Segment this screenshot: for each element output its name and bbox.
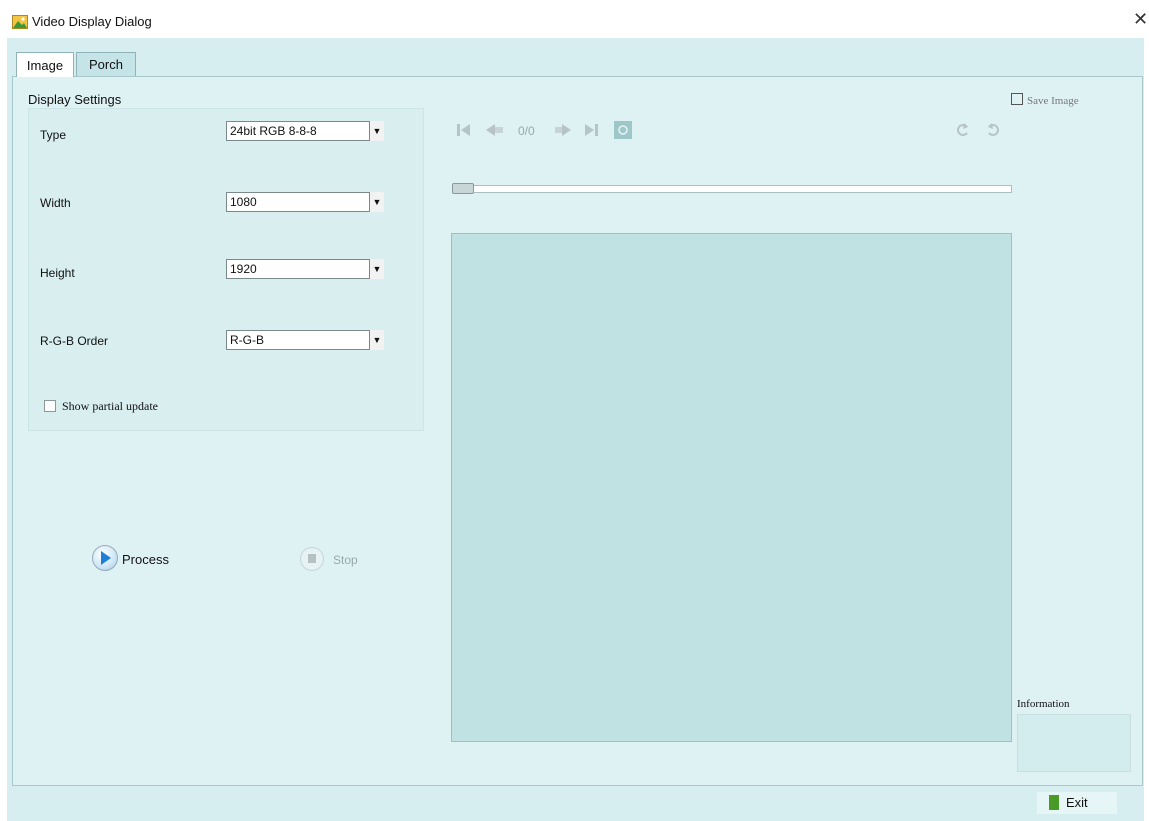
title-bar <box>0 0 1149 38</box>
prev-frame-icon[interactable] <box>486 124 504 136</box>
type-label: Type <box>40 128 67 142</box>
play-triangle <box>101 551 111 565</box>
information-box <box>1017 714 1131 772</box>
rotate-left-icon[interactable] <box>955 122 969 138</box>
last-frame-icon[interactable] <box>583 123 599 137</box>
rotate-right-icon[interactable] <box>987 122 1001 138</box>
chevron-down-icon[interactable]: ▼ <box>369 259 384 279</box>
frame-counter: 0/0 <box>518 124 535 138</box>
process-label: Process <box>122 552 169 567</box>
show-partial-update-checkbox[interactable] <box>44 400 56 412</box>
save-icon[interactable] <box>1011 93 1023 105</box>
width-select-value: 1080 <box>230 195 257 209</box>
exit-icon <box>1049 795 1059 810</box>
first-frame-icon[interactable] <box>456 123 472 137</box>
snapshot-icon[interactable] <box>614 121 632 139</box>
display-settings-label: Display Settings <box>28 92 122 107</box>
rgb-order-select-value: R-G-B <box>230 333 264 347</box>
tab-image[interactable]: Image <box>16 52 74 77</box>
frame-slider[interactable] <box>452 185 1012 193</box>
save-image-button[interactable]: Save Image <box>1027 95 1079 107</box>
tab-porch[interactable]: Porch <box>76 52 136 76</box>
close-icon[interactable]: ✕ <box>1133 9 1148 30</box>
exit-label: Exit <box>1066 795 1088 810</box>
chevron-down-icon[interactable]: ▼ <box>369 192 384 212</box>
chevron-down-icon[interactable]: ▼ <box>369 330 384 350</box>
type-select-value: 24bit RGB 8-8-8 <box>230 124 317 138</box>
next-frame-icon[interactable] <box>555 124 571 136</box>
frame-slider-handle[interactable] <box>452 183 474 194</box>
chevron-down-icon[interactable]: ▼ <box>369 121 384 141</box>
image-display-area[interactable] <box>451 233 1012 742</box>
rgb-order-label: R-G-B Order <box>40 334 109 348</box>
information-label: Information <box>1017 698 1070 710</box>
height-select-value: 1920 <box>230 262 257 276</box>
stop-square <box>308 554 316 563</box>
stop-button[interactable]: Stop <box>333 553 358 567</box>
width-label: Width <box>40 196 71 210</box>
image-app-icon <box>12 15 28 29</box>
window-title: Video Display Dialog <box>32 14 152 29</box>
height-label: Height <box>40 266 75 280</box>
show-partial-update-label: Show partial update <box>62 399 158 413</box>
